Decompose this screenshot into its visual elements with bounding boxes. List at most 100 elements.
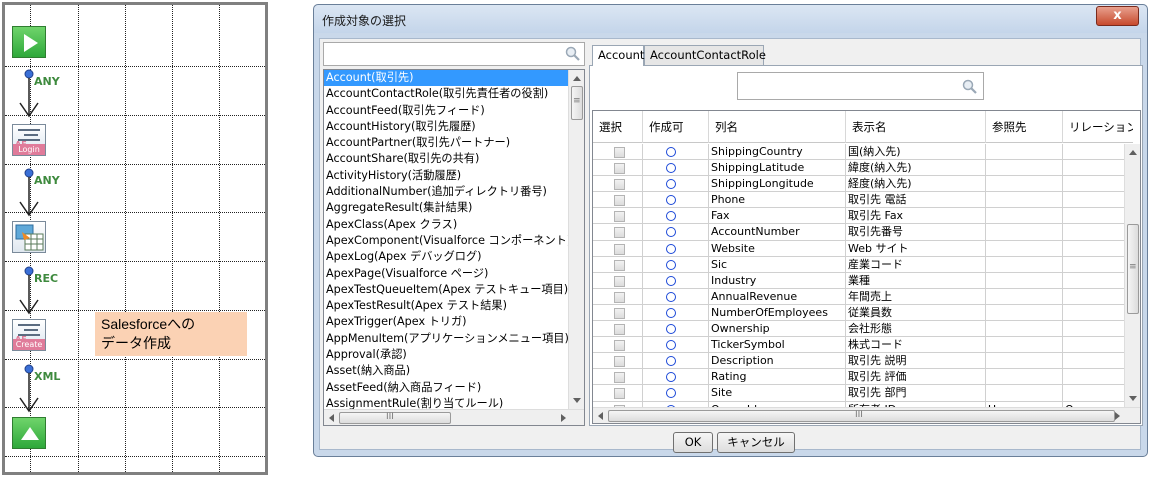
table-row[interactable]: Website Web サイト xyxy=(593,240,1125,257)
object-list-item[interactable]: ApexComponent(Visualforce コンポーネント) xyxy=(324,233,570,249)
excel-write-icon[interactable] xyxy=(12,221,46,253)
creatable-circle-icon xyxy=(666,227,676,238)
select-checkbox[interactable] xyxy=(614,291,625,303)
table-row[interactable]: Fax 取引先 Fax xyxy=(593,208,1125,225)
object-list-item[interactable]: ApexClass(Apex クラス) xyxy=(324,217,570,233)
connector-rec[interactable]: REC xyxy=(12,266,58,318)
cell-display-name: 業種 xyxy=(846,272,986,289)
select-checkbox[interactable] xyxy=(614,227,625,239)
ae-login-icon[interactable]: AE Login xyxy=(12,124,46,156)
cell-select xyxy=(593,256,643,273)
object-list-item[interactable]: Approval(承認) xyxy=(324,347,570,363)
object-list-item[interactable]: Account(取引先) xyxy=(324,70,570,87)
table-row[interactable]: NumberOfEmployees 従業員数 xyxy=(593,304,1125,322)
cancel-button[interactable]: キャンセル xyxy=(717,432,795,453)
select-checkbox[interactable] xyxy=(614,388,625,400)
object-list-item[interactable]: AccountContactRole(取引先責任者の役割) xyxy=(324,86,570,102)
object-list-item[interactable]: AppMenuItem(アプリケーションメニュー項目) xyxy=(324,331,570,347)
object-list-item[interactable]: AggregateResult(集計結果) xyxy=(324,200,570,216)
object-list-item[interactable]: Asset(納入商品) xyxy=(324,363,570,379)
dialog-titlebar[interactable]: 作成対象の選択 x xyxy=(314,5,1147,33)
close-button[interactable]: x xyxy=(1096,6,1139,26)
connector-xml[interactable]: XML xyxy=(12,364,60,416)
object-list-item[interactable]: ApexTestQueueItem(Apex テストキュー項目) xyxy=(324,282,570,298)
table-row[interactable]: Ownership 会社形態 xyxy=(593,321,1125,338)
object-list-item[interactable]: ApexTrigger(Apex トリガ) xyxy=(324,314,570,330)
cell-creatable xyxy=(643,256,709,273)
table-row[interactable]: ShippingLatitude 緯度(納入先) xyxy=(593,160,1125,177)
search-icon[interactable] xyxy=(962,79,977,94)
tab-account-contact-role[interactable]: AccountContactRole xyxy=(644,45,766,65)
object-list-item[interactable]: ActivityHistory(活動履歴) xyxy=(324,168,570,184)
select-target-dialog: 作成対象の選択 x Account(取引先) AccountContactRole… xyxy=(313,4,1148,457)
table-row[interactable]: Description 取引先 説明 xyxy=(593,353,1125,370)
object-list-item[interactable]: AccountPartner(取引先パートナー) xyxy=(324,135,570,151)
table-row[interactable]: AccountNumber 取引先番号 xyxy=(593,224,1125,241)
table-row[interactable]: ShippingCountry 国(納入先) xyxy=(593,144,1125,161)
select-checkbox[interactable] xyxy=(614,179,625,191)
creatable-circle-icon xyxy=(666,275,676,286)
select-checkbox[interactable] xyxy=(614,275,625,287)
cell-reference xyxy=(986,208,1063,225)
col-column-name[interactable]: 列名 xyxy=(709,111,846,143)
cell-creatable xyxy=(643,160,709,177)
select-checkbox[interactable] xyxy=(614,372,625,384)
object-list-item[interactable]: AccountFeed(取引先フィード) xyxy=(324,103,570,119)
col-reference[interactable]: 参照先 xyxy=(986,111,1063,143)
col-select[interactable]: 選択 xyxy=(593,111,643,143)
object-list-item[interactable]: AssetFeed(納入商品フィード) xyxy=(324,380,570,396)
connector-any-2[interactable]: ANY xyxy=(12,168,60,220)
table-row[interactable]: Site 取引先 部門 xyxy=(593,385,1125,402)
select-checkbox[interactable] xyxy=(614,211,625,223)
col-display-name[interactable]: 表示名 xyxy=(846,111,986,143)
object-list[interactable]: Account(取引先) AccountContactRole(取引先責任者の役割… xyxy=(323,69,585,426)
object-list-vscrollbar[interactable]: ≡ xyxy=(568,70,584,409)
object-search-input[interactable] xyxy=(323,42,585,66)
object-list-hscrollbar[interactable]: III xyxy=(324,409,584,425)
field-grid[interactable]: 選択 作成可 列名 表示名 参照先 リレーション名 ShippingCountr… xyxy=(592,110,1141,424)
field-search-input[interactable] xyxy=(737,72,984,100)
grid-hscrollbar[interactable]: III xyxy=(593,407,1140,423)
grid-vscrollbar[interactable]: ≡ xyxy=(1124,144,1140,407)
cell-column-name: Rating xyxy=(709,369,846,386)
object-list-item[interactable]: ApexLog(Apex デバッグログ) xyxy=(324,249,570,265)
cell-select xyxy=(593,160,643,177)
ae-create-icon[interactable]: AE Create xyxy=(12,319,46,351)
object-list-item[interactable]: AdditionalNumber(追加ディレクトリ番号) xyxy=(324,184,570,200)
col-creatable[interactable]: 作成可 xyxy=(643,111,709,143)
object-list-item[interactable]: ApexPage(Visualforce ページ) xyxy=(324,266,570,282)
select-checkbox[interactable] xyxy=(614,307,625,319)
object-list-item[interactable]: ApexTestResult(Apex テスト結果) xyxy=(324,298,570,314)
table-row[interactable]: AnnualRevenue 年間売上 xyxy=(593,288,1125,305)
select-checkbox[interactable] xyxy=(614,340,625,352)
col-relation-name[interactable]: リレーション名 xyxy=(1063,111,1133,143)
table-row[interactable]: Sic 産業コード xyxy=(593,256,1125,273)
select-checkbox[interactable] xyxy=(614,163,625,175)
connector-any-1[interactable]: ANY xyxy=(12,69,60,121)
flow-canvas[interactable]: ANY AE Login ANY REC AE Create Salesforc… xyxy=(2,2,268,475)
object-list-item[interactable]: AccountShare(取引先の共有) xyxy=(324,151,570,167)
grid-header: 選択 作成可 列名 表示名 参照先 リレーション名 xyxy=(593,111,1133,143)
object-list-item[interactable]: AccountHistory(取引先履歴) xyxy=(324,119,570,135)
tab-account[interactable]: Account xyxy=(592,45,644,66)
table-row[interactable]: Industry 業種 xyxy=(593,272,1125,289)
table-row[interactable]: Phone 取引先 電話 xyxy=(593,192,1125,209)
end-icon[interactable] xyxy=(12,417,46,449)
table-row[interactable]: TickerSymbol 株式コード xyxy=(593,337,1125,354)
search-icon[interactable] xyxy=(565,46,580,61)
select-checkbox[interactable] xyxy=(614,324,625,336)
cell-reference xyxy=(986,160,1063,177)
cell-column-name: Sic xyxy=(709,256,846,273)
table-row[interactable]: ShippingLongitude 経度(納入先) xyxy=(593,176,1125,193)
select-checkbox[interactable] xyxy=(614,259,625,271)
select-checkbox[interactable] xyxy=(614,243,625,255)
ok-button[interactable]: OK xyxy=(673,432,713,453)
select-checkbox[interactable] xyxy=(614,147,625,158)
select-checkbox[interactable] xyxy=(614,195,625,207)
cell-select xyxy=(593,337,643,354)
cell-select xyxy=(593,224,643,241)
select-checkbox[interactable] xyxy=(614,356,625,368)
start-icon[interactable] xyxy=(12,26,46,58)
cell-creatable xyxy=(643,369,709,386)
table-row[interactable]: Rating 取引先 評価 xyxy=(593,369,1125,386)
